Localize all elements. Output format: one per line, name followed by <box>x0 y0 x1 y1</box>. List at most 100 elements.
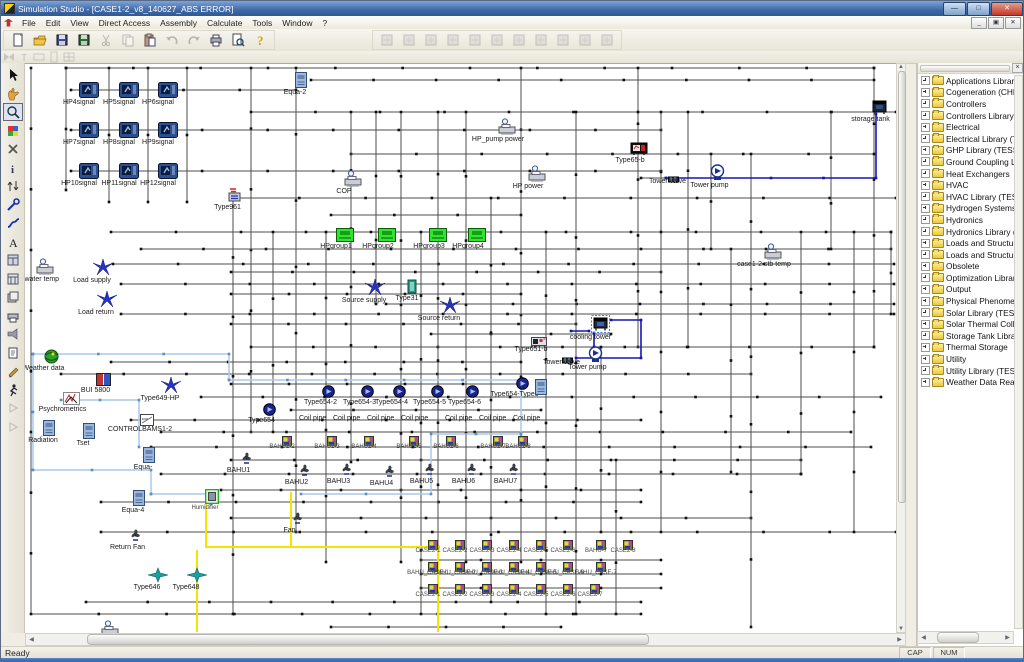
expand-icon[interactable] <box>921 181 930 190</box>
component-tower-pump[interactable]: Tower pump <box>710 164 725 186</box>
expand-icon[interactable] <box>921 227 930 236</box>
component-load-supply[interactable]: Load supply <box>92 258 114 281</box>
panel-scroll-left-icon[interactable]: ◀ <box>918 634 929 641</box>
palette-tool[interactable] <box>3 122 23 140</box>
note-tool[interactable] <box>3 344 23 362</box>
delete-tool[interactable] <box>3 140 23 158</box>
print-icon[interactable] <box>205 30 227 50</box>
component-hp-pump-power[interactable]: HP_pump power <box>498 118 516 140</box>
component-bahu2-8[interactable]: BAHU2-8 <box>518 433 528 451</box>
menu-window[interactable]: Window <box>277 17 317 29</box>
component-psychrometrics[interactable]: Psychrometrics <box>63 392 80 410</box>
grid-icon[interactable] <box>61 52 76 63</box>
component-humidifier[interactable]: Humidifier <box>205 489 219 509</box>
print-small-tool[interactable] <box>3 307 23 325</box>
expand-icon[interactable] <box>921 366 930 375</box>
expand-icon[interactable] <box>921 239 930 248</box>
expand-icon[interactable] <box>921 99 930 108</box>
tree-item-cogeneration-chp-library-t[interactable]: Cogeneration (CHP) Library (T <box>919 87 1015 99</box>
expand-icon[interactable] <box>921 273 930 282</box>
tree-item-controllers-library-tess[interactable]: Controllers Library (TESS) <box>919 110 1015 122</box>
select-tool[interactable] <box>3 66 23 84</box>
small-box-icon[interactable] <box>31 52 46 63</box>
panel-vertical-scrollbar[interactable] <box>1014 75 1023 629</box>
component-coil-pipe[interactable]: Coil pipe <box>333 415 360 422</box>
tree-item-solar-thermal-collectors[interactable]: Solar Thermal Collectors <box>919 318 1015 330</box>
menu-calculate[interactable]: Calculate <box>202 17 247 29</box>
component-radiation[interactable]: Radiation <box>43 420 55 441</box>
tree-item-hvac[interactable]: HVAC <box>919 179 1015 191</box>
component-type654-type3[interactable]: Type654-Type3 <box>515 377 530 395</box>
tree-item-hydronics-library-tess[interactable]: Hydronics Library (TESS) <box>919 226 1015 238</box>
bowtie-icon[interactable] <box>1 52 16 63</box>
tree-item-thermal-storage[interactable]: Thermal Storage <box>919 342 1015 354</box>
component-type654[interactable]: Type654 <box>262 403 277 421</box>
component-coil-pipe[interactable]: Coil pipe <box>513 415 540 422</box>
tree-item-hvac-library-tess[interactable]: HVAC Library (TESS) <box>919 191 1015 203</box>
tree-item-ground-coupling-library-tes[interactable]: Ground Coupling Library (TES <box>919 156 1015 168</box>
tree-item-solar-library-tess[interactable]: Solar Library (TESS) <box>919 307 1015 319</box>
canvas-hscroll-thumb[interactable] <box>87 634 649 645</box>
component-bahu3[interactable]: BAHU3 <box>339 461 354 482</box>
signal-link-tool[interactable] <box>3 214 23 232</box>
component-type648[interactable]: Type648 <box>186 567 208 588</box>
help-icon[interactable]: ? <box>249 30 271 50</box>
component-coil-pipe[interactable]: Coil pipe <box>479 415 506 422</box>
panel-hscroll-thumb[interactable] <box>937 632 979 643</box>
expand-icon[interactable] <box>921 331 930 340</box>
scroll-right-icon[interactable]: ▶ <box>894 636 905 643</box>
feedback-tool[interactable] <box>3 325 23 343</box>
expand-icon[interactable] <box>921 378 930 387</box>
component-case2-8[interactable]: CASE2-8 <box>623 537 633 555</box>
component-load-return[interactable]: Load return <box>96 290 118 313</box>
component-case2-7[interactable]: CASE2-7 <box>590 581 600 599</box>
print-preview-icon[interactable] <box>227 30 249 50</box>
tree-item-controllers[interactable]: Controllers <box>919 98 1015 110</box>
scroll-left-icon[interactable]: ◀ <box>26 636 37 643</box>
menu-assembly[interactable]: Assembly <box>155 17 202 29</box>
component-coil-pipe[interactable]: Coil pipe <box>445 415 472 422</box>
component-coil-pipe[interactable]: Coil pipe <box>299 415 326 422</box>
expand-icon[interactable] <box>921 343 930 352</box>
expand-icon[interactable] <box>921 88 930 97</box>
panel-grip[interactable] <box>920 65 1010 72</box>
canvas-horizontal-scrollbar[interactable]: ◀ ▶ <box>25 633 906 646</box>
menu-view[interactable]: View <box>65 17 93 29</box>
expand-icon[interactable] <box>921 285 930 294</box>
paste-icon[interactable] <box>139 30 161 50</box>
expand-icon[interactable] <box>921 204 930 213</box>
tree-item-ghp-library-tess[interactable]: GHP Library (TESS) <box>919 145 1015 157</box>
component-bui-5800[interactable]: BUI 5800 <box>96 373 111 391</box>
link-tool[interactable] <box>3 196 23 214</box>
new-file-icon[interactable] <box>7 30 29 50</box>
diagram-canvas[interactable]: HP4signalHP5signalHP6signalHP7signalHP8s… <box>25 63 896 634</box>
open-file-icon[interactable] <box>29 30 51 50</box>
pen-tool[interactable] <box>3 362 23 380</box>
layers-tool[interactable] <box>3 288 23 306</box>
component-storage-tank[interactable]: storage tank <box>871 99 888 120</box>
component-source-return[interactable]: Source return <box>439 296 461 319</box>
component-cooling-tower[interactable]: cooling tower <box>591 315 610 338</box>
expand-icon[interactable] <box>921 157 930 166</box>
tree-item-physical-phenomena[interactable]: Physical Phenomena <box>919 295 1015 307</box>
tree-item-applications-library-tess[interactable]: Applications Library (TESS) <box>919 75 1015 87</box>
expand-icon[interactable] <box>921 250 930 259</box>
component-return-fan[interactable]: Return Fan <box>128 527 143 548</box>
component-tower-pump[interactable]: Tower pump <box>588 346 603 368</box>
zoom-tool[interactable] <box>3 103 23 121</box>
tree-item-obsolete[interactable]: Obsolete <box>919 261 1015 273</box>
text-tool[interactable]: A <box>3 233 23 251</box>
page-icon[interactable] <box>46 52 61 63</box>
save-icon[interactable] <box>51 30 73 50</box>
component-equa-[interactable]: Equa- <box>143 447 155 468</box>
component-bahu7[interactable]: BAHU7 <box>506 461 521 482</box>
save-project-icon[interactable] <box>73 30 95 50</box>
component-bahu1[interactable]: BAHU1 <box>239 450 254 471</box>
expand-icon[interactable] <box>921 262 930 271</box>
pan-tool[interactable] <box>3 85 23 103</box>
component-printer[interactable] <box>101 620 119 634</box>
component-case1-2-stb-temp[interactable]: case1-2 stb temp <box>764 243 782 265</box>
component-type649-hp[interactable]: Type649-HP <box>160 376 182 399</box>
component-type961[interactable]: Type961 <box>228 188 241 208</box>
mdi-close-button[interactable]: ✕ <box>1005 17 1021 29</box>
